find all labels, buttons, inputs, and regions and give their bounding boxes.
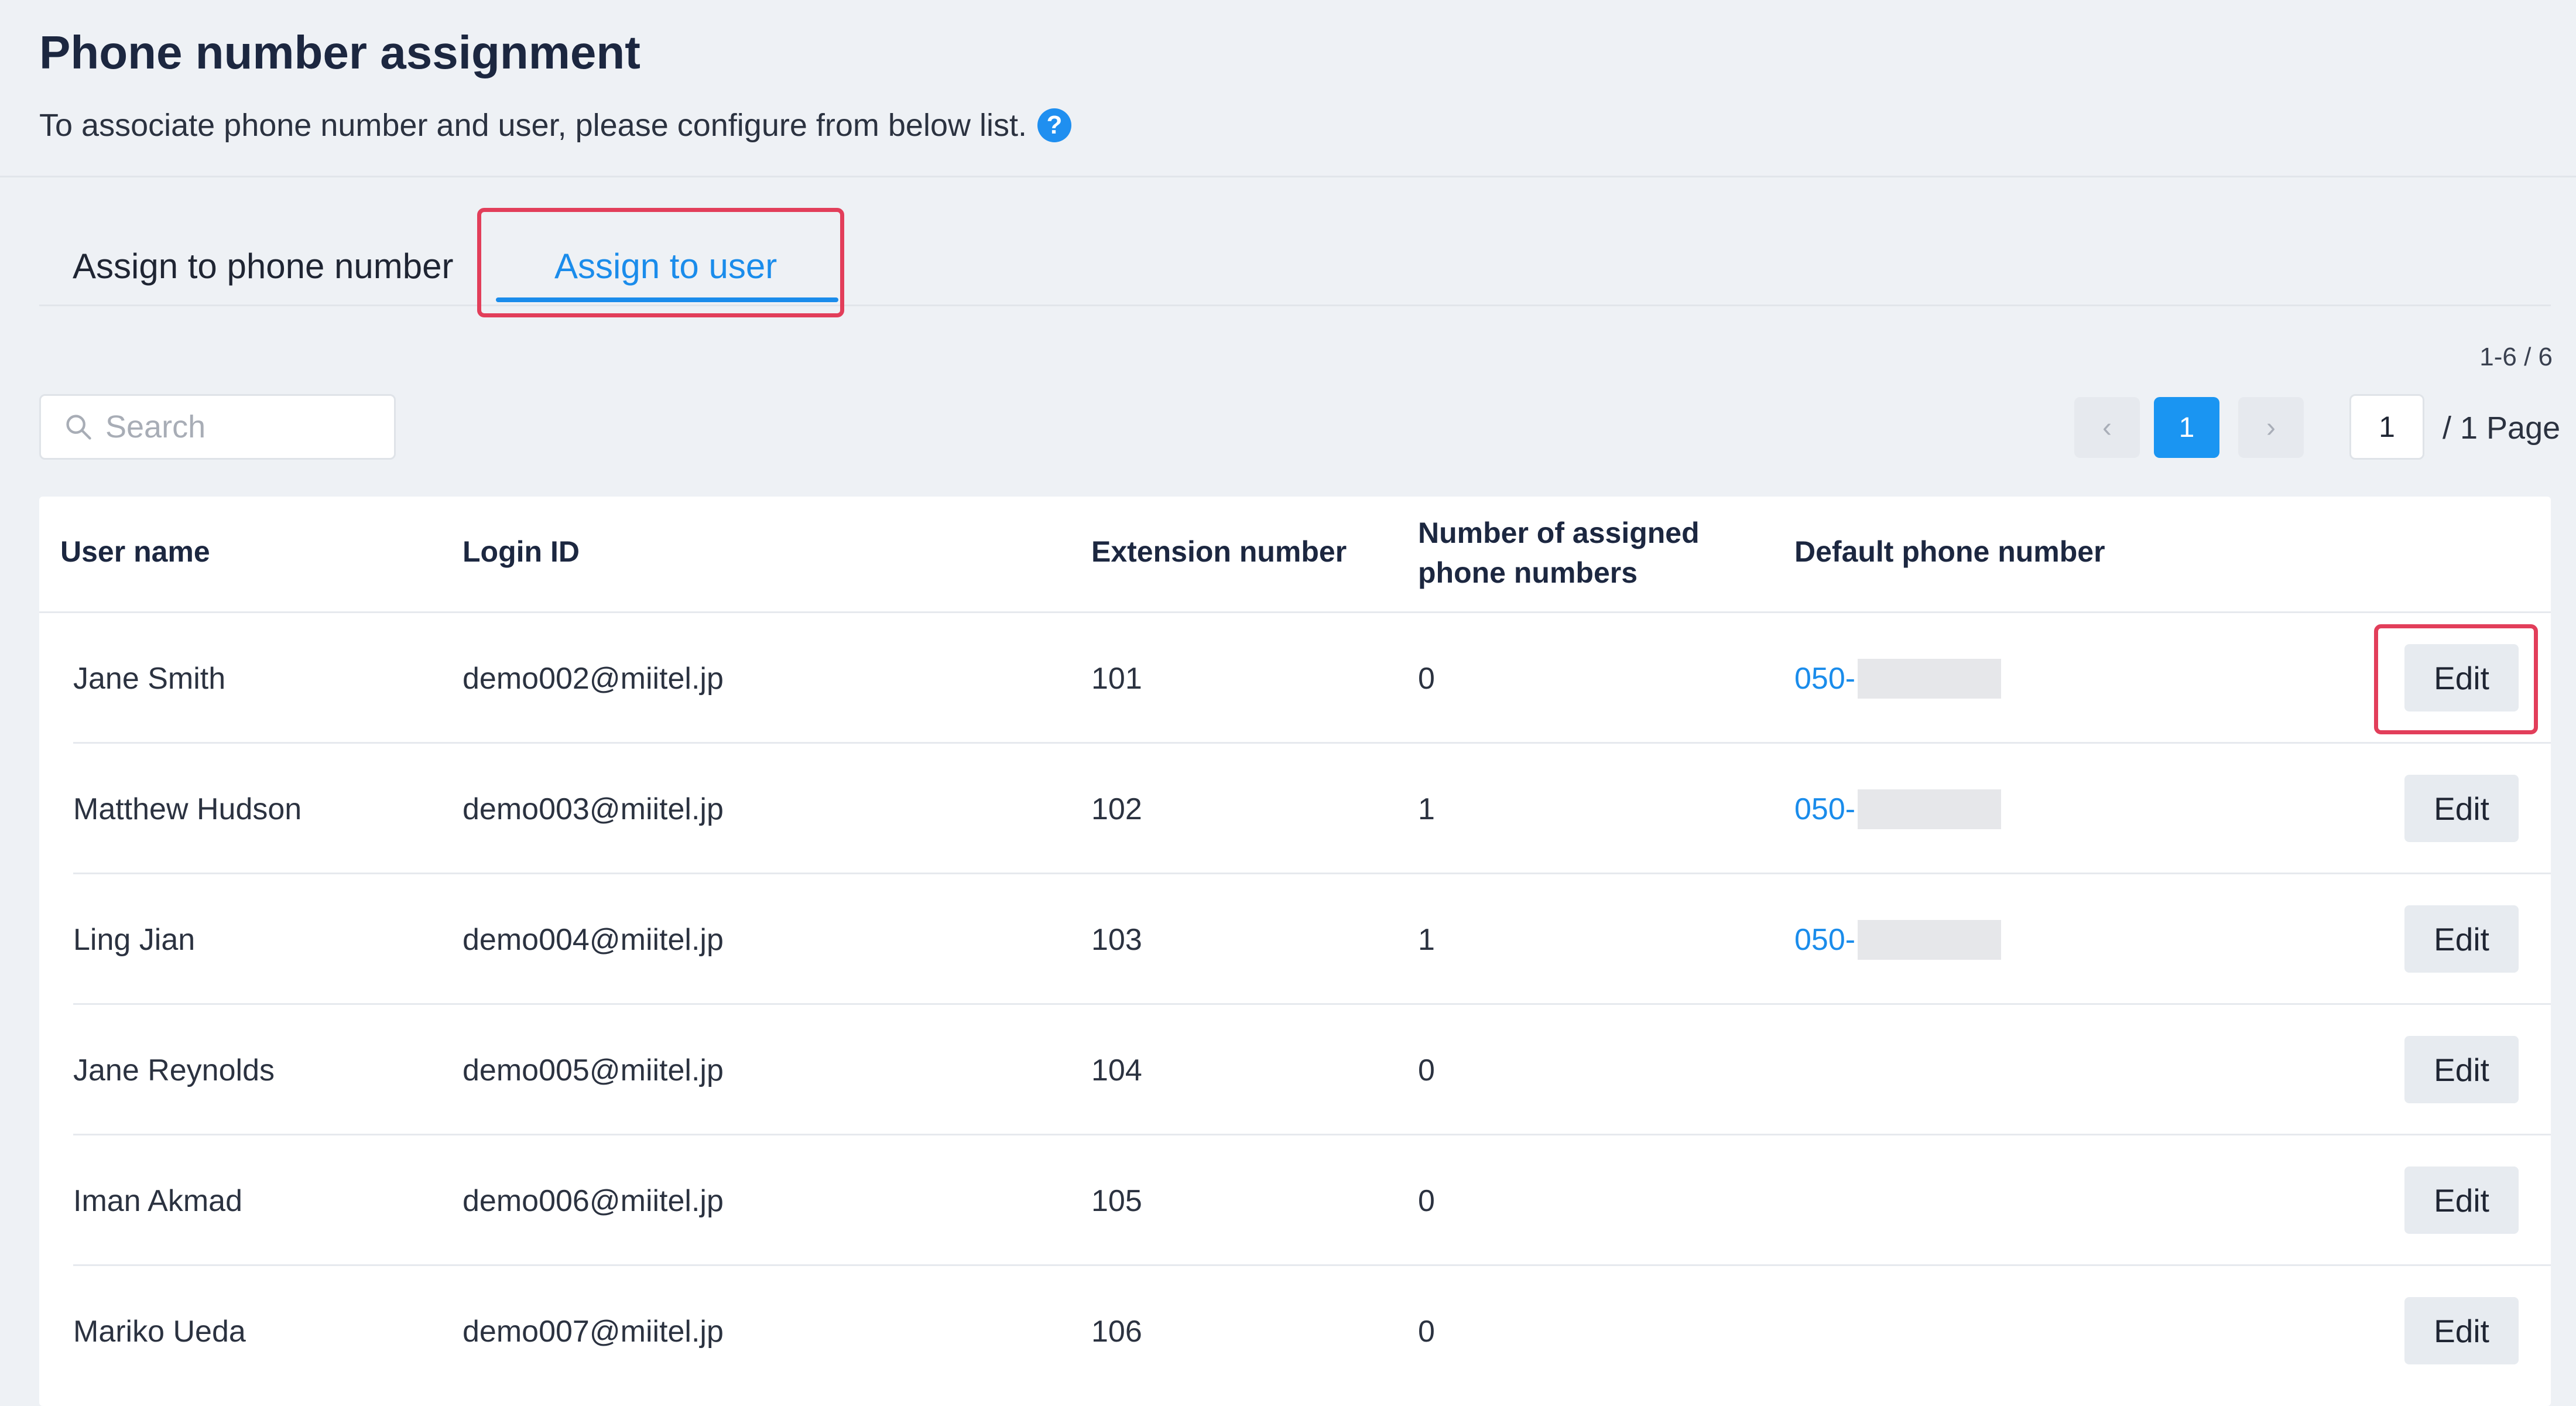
cell-extension: 104 (1091, 1053, 1142, 1087)
cell-login-id: demo004@miitel.jp (463, 922, 724, 957)
column-header-assigned-count: Number of assigned phone numbers (1418, 516, 1700, 589)
column-header-default-phone: Default phone number (1794, 535, 2105, 568)
page-header: Phone number assignment To associate pho… (0, 0, 2576, 177)
cell-default-phone[interactable]: 050- (1794, 613, 2002, 744)
highlight-box-edit (2374, 624, 2538, 734)
search-icon (66, 415, 91, 440)
cell-assigned-count: 1 (1418, 792, 1435, 826)
table-row: Iman Akmad demo006@miitel.jp 105 0 Edit (39, 1135, 2551, 1266)
edit-button[interactable]: Edit (2404, 905, 2519, 973)
phone-link[interactable]: 050- (1794, 661, 1855, 696)
pagination-page-button[interactable]: 1 (2154, 397, 2219, 458)
cell-extension: 102 (1091, 792, 1142, 826)
table-row: Jane Smith demo002@miitel.jp 101 0 050- … (39, 613, 2551, 744)
search-box[interactable] (39, 394, 396, 460)
page-total: / 1 Page (2443, 410, 2561, 446)
cell-assigned-count: 0 (1418, 661, 1435, 696)
edit-button[interactable]: Edit (2404, 1036, 2519, 1103)
cell-user-name: Matthew Hudson (73, 792, 302, 826)
cell-extension: 105 (1091, 1183, 1142, 1218)
page-subtitle-text: To associate phone number and user, plea… (39, 108, 1027, 143)
cell-user-name: Mariko Ueda (73, 1314, 246, 1349)
page-jump-input[interactable]: 1 (2349, 394, 2424, 460)
cell-user-name: Jane Smith (73, 661, 226, 696)
column-header-login-id: Login ID (463, 535, 580, 568)
masked-digits (1858, 919, 2002, 960)
cell-user-name: Jane Reynolds (73, 1053, 275, 1087)
cell-extension: 106 (1091, 1314, 1142, 1349)
tab-assign-to-phone-number[interactable]: Assign to phone number (73, 249, 453, 284)
edit-button[interactable]: Edit (2404, 775, 2519, 842)
cell-user-name: Ling Jian (73, 922, 196, 957)
page-subtitle: To associate phone number and user, plea… (39, 108, 1071, 142)
cell-default-phone[interactable]: 050- (1794, 874, 2002, 1005)
cell-login-id: demo005@miitel.jp (463, 1053, 724, 1087)
pagination-next-button[interactable]: › (2238, 397, 2304, 458)
cell-extension: 101 (1091, 661, 1142, 696)
cell-login-id: demo007@miitel.jp (463, 1314, 724, 1349)
search-input[interactable] (104, 408, 388, 446)
page-title: Phone number assignment (39, 26, 640, 78)
cell-assigned-count: 0 (1418, 1314, 1435, 1349)
column-header-extension-number: Extension number (1091, 535, 1347, 568)
masked-digits (1858, 658, 2002, 699)
edit-button[interactable]: Edit (2404, 1297, 2519, 1364)
table-row: Matthew Hudson demo003@miitel.jp 102 1 0… (39, 744, 2551, 874)
help-icon[interactable]: ? (1037, 108, 1071, 142)
pagination-prev-button[interactable]: ‹ (2074, 397, 2140, 458)
cell-assigned-count: 0 (1418, 1183, 1435, 1218)
highlight-box-tab (477, 208, 844, 317)
chevron-right-icon: › (2266, 412, 2276, 443)
chevron-left-icon: ‹ (2102, 412, 2112, 443)
tabs-bar (39, 305, 2551, 306)
table-row: Ling Jian demo004@miitel.jp 103 1 050- E… (39, 874, 2551, 1005)
table-row: Mariko Ueda demo007@miitel.jp 106 0 Edit (39, 1266, 2551, 1397)
column-header-user-name: User name (60, 535, 210, 568)
cell-assigned-count: 1 (1418, 922, 1435, 957)
phone-link[interactable]: 050- (1794, 922, 1855, 957)
edit-button[interactable]: Edit (2404, 1166, 2519, 1234)
cell-login-id: demo003@miitel.jp (463, 792, 724, 826)
cell-login-id: demo002@miitel.jp (463, 661, 724, 696)
cell-login-id: demo006@miitel.jp (463, 1183, 724, 1218)
masked-digits (1858, 789, 2002, 829)
result-range: 1-6 / 6 (2479, 343, 2553, 371)
cell-assigned-count: 0 (1418, 1053, 1435, 1087)
table-row: Jane Reynolds demo005@miitel.jp 104 0 Ed… (39, 1005, 2551, 1135)
phone-link[interactable]: 050- (1794, 792, 1855, 827)
cell-extension: 103 (1091, 922, 1142, 957)
cell-user-name: Iman Akmad (73, 1183, 243, 1218)
cell-default-phone[interactable]: 050- (1794, 744, 2002, 874)
